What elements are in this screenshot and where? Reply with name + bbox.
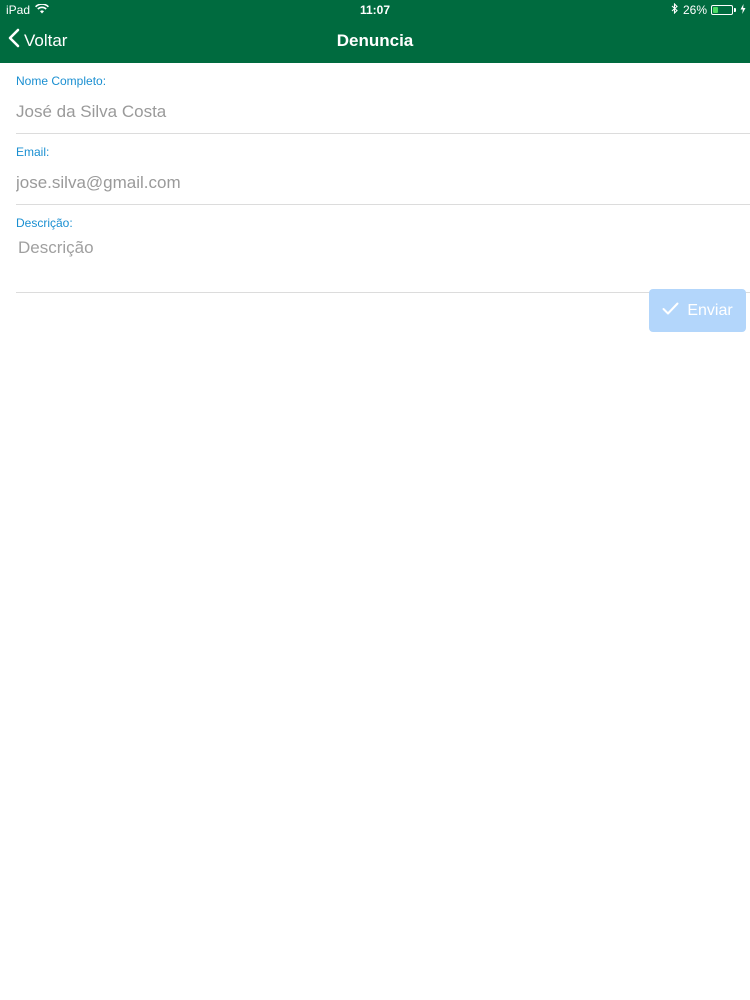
- submit-button[interactable]: Enviar: [649, 289, 746, 332]
- battery-cap: [734, 8, 736, 12]
- name-input[interactable]: [16, 88, 750, 133]
- description-field-group: Descrição:: [16, 205, 750, 293]
- battery-fill: [713, 7, 718, 13]
- status-bar: iPad 11:07 26%: [0, 0, 750, 20]
- status-time: 11:07: [359, 3, 391, 17]
- email-field-group: Email:: [16, 134, 750, 205]
- name-label: Nome Completo:: [16, 74, 107, 88]
- complaint-form: Nome Completo: Email: Descrição:: [16, 63, 750, 293]
- nav-bar: Voltar Denuncia: [0, 20, 750, 63]
- checkmark-icon: [662, 302, 679, 320]
- status-right: 26%: [671, 2, 746, 17]
- description-textarea[interactable]: [16, 230, 750, 292]
- page-title: Denuncia: [336, 31, 414, 50]
- bluetooth-icon: [671, 2, 679, 17]
- app-header: iPad 11:07 26% Voltar Denuncia: [0, 0, 750, 63]
- battery-percent: 26%: [682, 3, 707, 17]
- battery-icon: [711, 5, 736, 15]
- description-label: Descrição:: [16, 216, 73, 230]
- submit-label: Enviar: [687, 301, 733, 319]
- charging-icon: [740, 3, 746, 17]
- email-input[interactable]: [16, 159, 750, 204]
- email-label: Email:: [16, 145, 50, 159]
- name-field-group: Nome Completo:: [16, 63, 750, 134]
